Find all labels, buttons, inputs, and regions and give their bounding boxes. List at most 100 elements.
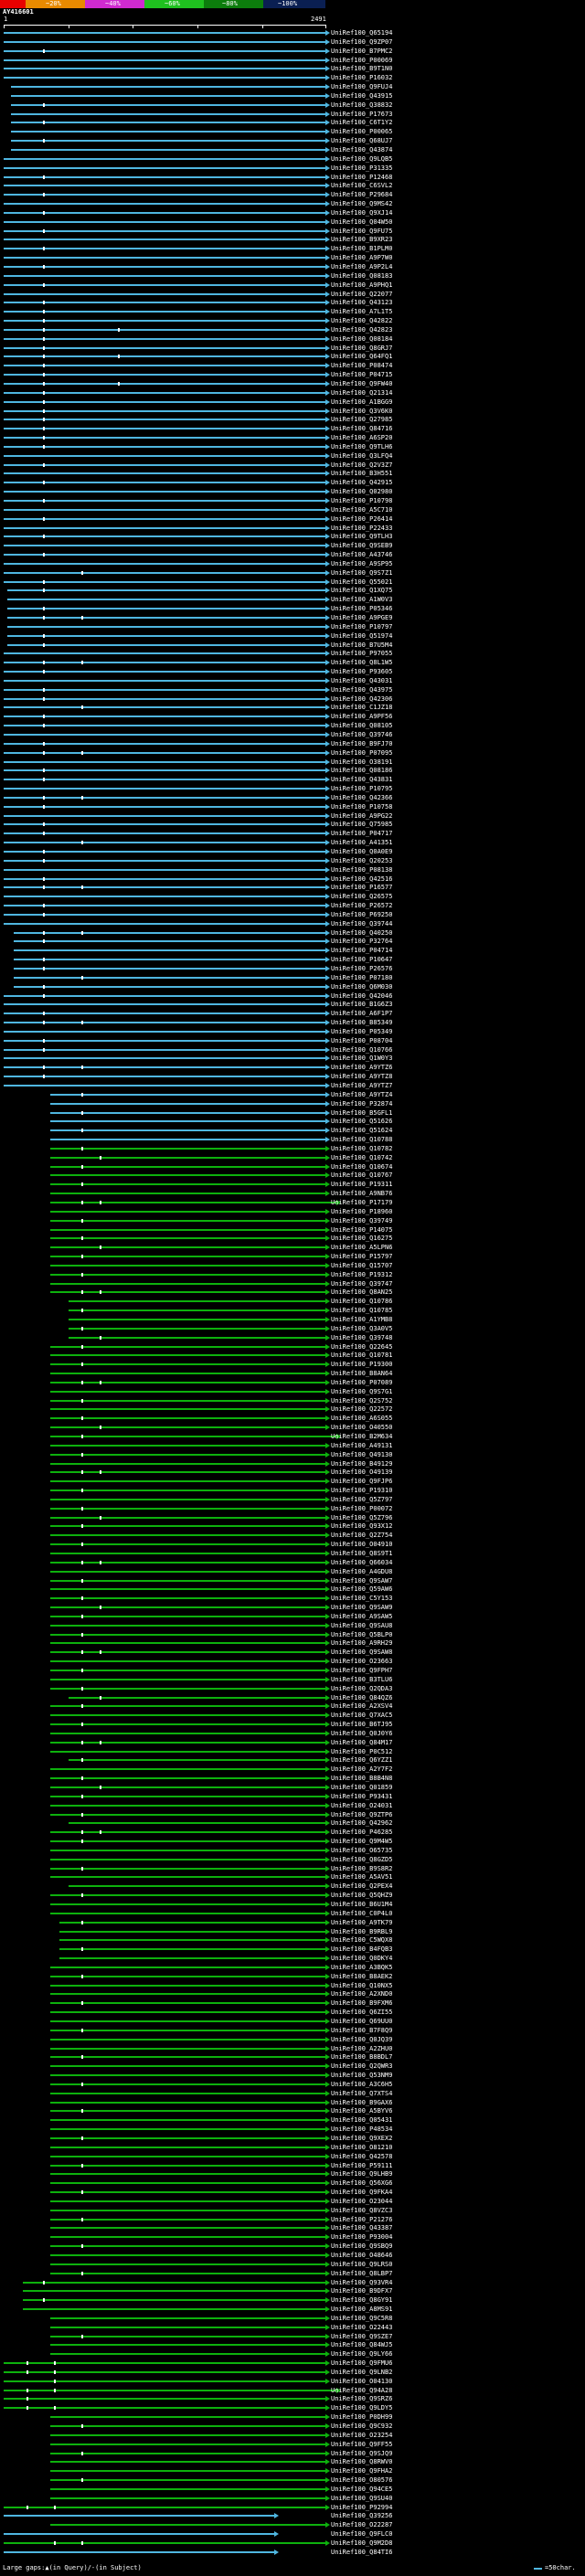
hit-row[interactable]: UniRef100_Q9SAW9 xyxy=(0,1603,585,1612)
hit-bar[interactable] xyxy=(50,1993,325,1995)
hit-row[interactable]: UniRef100_B1G6Z3 xyxy=(0,1000,585,1009)
hit-label[interactable]: UniRef100_P22433 xyxy=(331,525,392,532)
hit-label[interactable]: UniRef100_Q0A0E9 xyxy=(331,848,392,855)
hit-bar[interactable] xyxy=(69,1328,325,1330)
hit-label[interactable]: UniRef100_B3TLU6 xyxy=(331,1676,392,1683)
hit-bar[interactable] xyxy=(50,1391,325,1393)
hit-bar[interactable] xyxy=(50,2056,325,2058)
hit-row[interactable]: UniRef100_P19310 xyxy=(0,1486,585,1495)
hit-label[interactable]: UniRef100_Q68UJ7 xyxy=(331,137,392,144)
hit-label[interactable]: UniRef100_Q43831 xyxy=(331,776,392,783)
hit-row[interactable]: UniRef100_C6SVL2 xyxy=(0,181,585,190)
hit-bar[interactable] xyxy=(50,1517,325,1519)
hit-bar[interactable] xyxy=(4,185,325,186)
hit-bar[interactable] xyxy=(50,1436,336,1437)
hit-row[interactable]: UniRef100_Q15707 xyxy=(0,1261,585,1270)
hit-bar[interactable] xyxy=(50,1129,325,1131)
hit-row[interactable]: UniRef100_Q9TLH3 xyxy=(0,532,585,541)
hit-row[interactable]: UniRef100_O24031 xyxy=(0,1801,585,1810)
hit-label[interactable]: UniRef100_A5LPN6 xyxy=(331,1244,392,1251)
hit-row[interactable]: UniRef100_O04910 xyxy=(0,1540,585,1549)
hit-bar[interactable] xyxy=(50,2137,325,2139)
hit-bar[interactable] xyxy=(59,1931,325,1933)
hit-row[interactable]: UniRef100_Q05431 xyxy=(0,2115,585,2125)
hit-label[interactable]: UniRef100_Q93VR4 xyxy=(331,2279,392,2286)
hit-label[interactable]: UniRef100_Q9SAW9 xyxy=(331,1604,392,1611)
hit-label[interactable]: UniRef100_B7PMC2 xyxy=(331,48,392,55)
hit-row[interactable]: UniRef100_P08704 xyxy=(0,1036,585,1045)
hit-row[interactable]: UniRef100_P07089 xyxy=(0,1378,585,1387)
hit-label[interactable]: UniRef100_O22443 xyxy=(331,2324,392,2331)
hit-row[interactable]: UniRef100_A9SAW5 xyxy=(0,1612,585,1621)
hit-row[interactable]: UniRef100_Q8GY91 xyxy=(0,2295,585,2305)
hit-label[interactable]: UniRef100_P00072 xyxy=(331,1505,392,1512)
hit-label[interactable]: UniRef100_Q39744 xyxy=(331,920,392,928)
hit-label[interactable]: UniRef100_A1YMB8 xyxy=(331,1316,392,1323)
hit-bar[interactable] xyxy=(4,869,325,871)
hit-row[interactable]: UniRef100_A3C6H5 xyxy=(0,2080,585,2089)
hit-bar[interactable] xyxy=(50,1868,325,1870)
hit-label[interactable]: UniRef100_Q3A0V5 xyxy=(331,1325,392,1332)
hit-bar[interactable] xyxy=(69,1319,325,1320)
hit-bar[interactable] xyxy=(50,1840,325,1842)
hit-bar[interactable] xyxy=(50,1913,325,1914)
hit-row[interactable]: UniRef100_A9P7W0 xyxy=(0,253,585,262)
hit-label[interactable]: UniRef100_A6S055 xyxy=(331,1415,392,1422)
hit-bar[interactable] xyxy=(11,131,325,133)
hit-bar[interactable] xyxy=(4,545,325,546)
hit-row[interactable]: UniRef100_P26576 xyxy=(0,964,585,973)
hit-label[interactable]: UniRef100_Q84M17 xyxy=(331,1739,392,1746)
hit-label[interactable]: UniRef100_P93004 xyxy=(331,2233,392,2241)
hit-bar[interactable] xyxy=(50,1571,325,1573)
hit-bar[interactable] xyxy=(50,2030,325,2031)
hit-bar[interactable] xyxy=(11,86,325,88)
hit-row[interactable]: UniRef100_Q43123 xyxy=(0,298,585,307)
hit-bar[interactable] xyxy=(50,2093,325,2094)
hit-label[interactable]: UniRef100_Q43031 xyxy=(331,677,392,684)
hit-label[interactable]: UniRef100_B9T1N0 xyxy=(331,65,392,72)
hit-bar[interactable] xyxy=(4,1049,325,1051)
hit-row[interactable]: UniRef100_Q10767 xyxy=(0,1171,585,1180)
hit-label[interactable]: UniRef100_Q43915 xyxy=(331,92,392,100)
hit-row[interactable]: UniRef100_Q39748 xyxy=(0,1333,585,1342)
hit-label[interactable]: UniRef100_Q9LY66 xyxy=(331,2350,392,2358)
hit-bar[interactable] xyxy=(4,491,325,493)
hit-row[interactable]: UniRef100_Q9XJ14 xyxy=(0,208,585,217)
hit-bar[interactable] xyxy=(50,1202,336,1203)
hit-row[interactable]: UniRef100_Q7XAC5 xyxy=(0,1711,585,1720)
hit-row[interactable]: UniRef100_Q9FPH7 xyxy=(0,1666,585,1675)
hit-bar[interactable] xyxy=(50,1471,325,1473)
hit-bar[interactable] xyxy=(50,2083,325,2085)
hit-label[interactable]: UniRef100_P07180 xyxy=(331,974,392,981)
hit-label[interactable]: UniRef100_A6F1P7 xyxy=(331,1010,392,1017)
hit-row[interactable]: UniRef100_Q9FLC0 xyxy=(0,2529,585,2539)
hit-row[interactable]: UniRef100_C5Y153 xyxy=(0,1594,585,1603)
hit-bar[interactable] xyxy=(50,1148,325,1150)
hit-row[interactable]: UniRef100_Q59AW6 xyxy=(0,1585,585,1594)
hit-row[interactable]: UniRef100_Q1W0Y3 xyxy=(0,1054,585,1063)
hit-bar[interactable] xyxy=(4,896,325,897)
hit-label[interactable]: UniRef100_Q39747 xyxy=(331,1280,392,1288)
hit-label[interactable]: UniRef100_Q9LQB5 xyxy=(331,155,392,163)
hit-label[interactable]: UniRef100_Q51624 xyxy=(331,1127,392,1134)
hit-bar[interactable] xyxy=(4,680,325,682)
hit-label[interactable]: UniRef100_P17179 xyxy=(331,1199,392,1206)
hit-bar[interactable] xyxy=(50,2479,325,2481)
hit-bar[interactable] xyxy=(50,1499,325,1500)
hit-row[interactable]: UniRef100_Q39746 xyxy=(0,730,585,739)
hit-bar[interactable] xyxy=(4,761,325,763)
hit-label[interactable]: UniRef100_A1BGG9 xyxy=(331,398,392,406)
hit-row[interactable]: UniRef100_Q0A0E9 xyxy=(0,847,585,856)
hit-bar[interactable] xyxy=(4,2380,325,2382)
hit-bar[interactable] xyxy=(4,554,325,556)
hit-row[interactable]: UniRef100_Q9LY66 xyxy=(0,2349,585,2359)
hit-label[interactable]: UniRef100_Q01859 xyxy=(331,1784,392,1791)
hit-bar[interactable] xyxy=(50,1103,325,1105)
hit-row[interactable]: UniRef100_P0DH99 xyxy=(0,2412,585,2422)
hit-row[interactable]: UniRef100_P48534 xyxy=(0,2125,585,2134)
hit-bar[interactable] xyxy=(4,68,325,69)
hit-row[interactable]: UniRef100_Q26575 xyxy=(0,892,585,901)
hit-row[interactable]: UniRef100_A5BYV6 xyxy=(0,2106,585,2115)
hit-bar[interactable] xyxy=(69,1309,325,1311)
hit-bar[interactable] xyxy=(50,1742,325,1744)
